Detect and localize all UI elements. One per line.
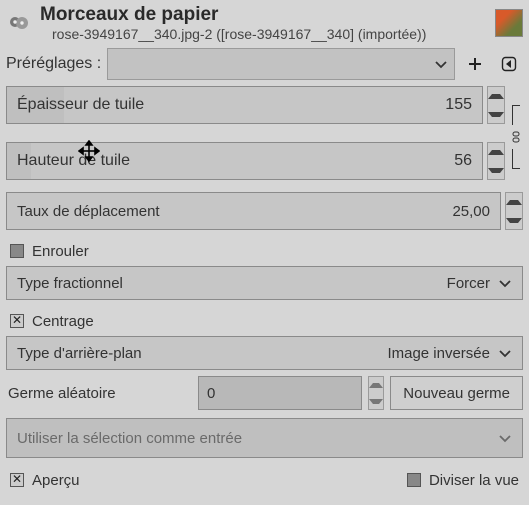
preview-label: Aperçu xyxy=(32,472,80,489)
wrap-row: Enrouler xyxy=(6,236,523,266)
center-label: Centrage xyxy=(32,313,94,330)
wrap-label: Enrouler xyxy=(32,243,89,260)
tile-height-row: Hauteur de tuile 56 xyxy=(6,142,505,180)
link-chain-column[interactable] xyxy=(509,86,523,188)
split-view-label: Diviser la vue xyxy=(429,472,519,489)
center-row: Centrage xyxy=(6,306,523,336)
background-type-label: Type d'arrière-plan xyxy=(17,345,142,362)
presets-combo[interactable] xyxy=(107,48,455,80)
dialog-title: Morceaux de papier xyxy=(40,4,487,26)
move-rate-value: 25,00 xyxy=(452,203,490,220)
tile-width-row: Épaisseur de tuile 155 xyxy=(6,86,505,124)
fractional-type-dropdown[interactable]: Type fractionnel Forcer xyxy=(6,266,523,300)
preset-menu-button[interactable] xyxy=(495,50,523,78)
center-checkbox[interactable] xyxy=(10,314,24,328)
tile-width-label: Épaisseur de tuile xyxy=(17,96,144,114)
chevron-down-icon xyxy=(498,431,512,445)
tile-width-value: 155 xyxy=(445,96,472,114)
dialog-header: Morceaux de papier rose-3949167__340.jpg… xyxy=(6,4,523,42)
input-selection-dropdown[interactable]: Utiliser la sélection comme entrée xyxy=(6,418,523,458)
image-thumbnail xyxy=(495,9,523,37)
chevron-down-icon xyxy=(498,346,512,360)
chevron-down-icon xyxy=(434,57,448,71)
fractional-type-label: Type fractionnel xyxy=(17,275,123,292)
input-selection-label: Utiliser la sélection comme entrée xyxy=(17,430,242,447)
move-rate-field[interactable]: Taux de déplacement 25,00 xyxy=(6,192,501,230)
tile-height-slider[interactable]: Hauteur de tuile 56 xyxy=(6,142,483,180)
seed-input[interactable]: 0 xyxy=(198,376,362,410)
tile-height-label: Hauteur de tuile xyxy=(17,152,130,170)
presets-label: Préréglages : xyxy=(6,55,101,73)
triangle-left-icon xyxy=(501,56,517,72)
move-rate-row: Taux de déplacement 25,00 xyxy=(6,192,523,230)
preset-add-button[interactable] xyxy=(461,50,489,78)
background-type-value: Image inversée xyxy=(387,345,490,362)
split-view-checkbox[interactable] xyxy=(407,473,421,487)
new-seed-button[interactable]: Nouveau germe xyxy=(390,376,523,410)
preview-checkbox[interactable] xyxy=(10,473,24,487)
seed-row: Germe aléatoire 0 Nouveau germe xyxy=(6,376,523,410)
wrap-checkbox[interactable] xyxy=(10,244,24,258)
fractional-type-value: Forcer xyxy=(447,275,490,292)
chain-icon xyxy=(510,131,522,143)
seed-label: Germe aléatoire xyxy=(6,385,192,402)
presets-row: Préréglages : xyxy=(6,48,523,80)
dialog-subtitle: rose-3949167__340.jpg-2 ([rose-3949167__… xyxy=(52,26,487,42)
tile-width-spinner[interactable] xyxy=(487,86,505,124)
tile-height-value: 56 xyxy=(454,152,472,170)
move-rate-spinner[interactable] xyxy=(505,192,523,230)
tile-height-spinner[interactable] xyxy=(487,142,505,180)
gimp-logo-icon xyxy=(6,10,32,36)
plus-icon xyxy=(467,56,483,72)
seed-spinner[interactable] xyxy=(368,376,384,410)
tile-width-slider[interactable]: Épaisseur de tuile 155 xyxy=(6,86,483,124)
chevron-down-icon xyxy=(498,276,512,290)
background-type-dropdown[interactable]: Type d'arrière-plan Image inversée xyxy=(6,336,523,370)
footer-row: Aperçu Diviser la vue xyxy=(6,466,523,494)
move-rate-label: Taux de déplacement xyxy=(17,203,160,220)
